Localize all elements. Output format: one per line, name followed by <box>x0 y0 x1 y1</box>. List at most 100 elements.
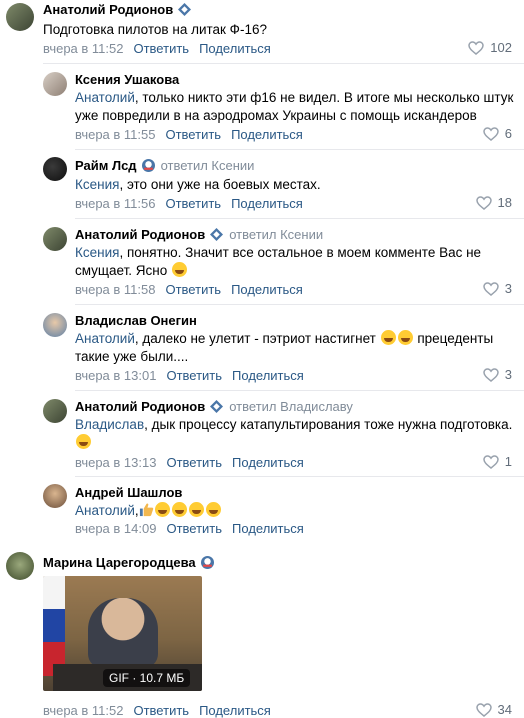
like-count: 1 <box>504 454 512 469</box>
timestamp: вчера в 11:52 <box>43 41 124 56</box>
share-button[interactable]: Поделиться <box>231 282 303 297</box>
timestamp: вчера в 13:13 <box>75 455 157 470</box>
timestamp: вчера в 13:01 <box>75 368 157 383</box>
like-count: 3 <box>504 281 512 296</box>
thumbs-up-emoji-icon <box>139 503 153 517</box>
comment-text: Подготовка пилотов на литак Ф-16? <box>43 22 267 37</box>
grin-emoji-icon <box>76 434 91 449</box>
avatar[interactable] <box>43 399 67 423</box>
comment-meta: вчера в 14:09 Ответить Поделиться <box>75 521 304 536</box>
avatar[interactable] <box>6 552 34 580</box>
comment-meta: вчера в 11:52 Ответить Поделиться <box>43 41 271 56</box>
rofl-emoji-icon <box>154 502 170 517</box>
reply-button[interactable]: Ответить <box>165 282 221 297</box>
divider <box>75 149 524 150</box>
mention-link[interactable]: Владислав <box>75 417 144 432</box>
heart-icon <box>483 126 499 141</box>
esports-badge-icon <box>141 159 155 172</box>
like-count: 102 <box>490 40 512 55</box>
share-button[interactable]: Поделиться <box>231 196 303 211</box>
mention-link[interactable]: Ксения <box>75 245 119 260</box>
share-button[interactable]: Поделиться <box>199 41 271 56</box>
heart-icon <box>483 281 499 296</box>
avatar[interactable] <box>43 313 67 337</box>
comment-text: Владислав, дык процессу катапультировани… <box>75 416 515 452</box>
avatar[interactable] <box>43 157 67 181</box>
gif-size-badge: GIF · 10.7 МБ <box>103 669 191 687</box>
comment-meta: вчера в 13:01 Ответить Поделиться <box>75 368 304 383</box>
rofl-emoji-icon <box>171 502 187 517</box>
share-button[interactable]: Поделиться <box>199 703 271 718</box>
author-name[interactable]: Ксения Ушакова <box>75 72 179 87</box>
laugh-emoji-icon <box>380 330 396 345</box>
author-name[interactable]: Анатолий Родионов <box>75 399 205 414</box>
timestamp: вчера в 11:56 <box>75 196 156 211</box>
comment-meta: вчера в 11:58 Ответить Поделиться <box>75 282 303 297</box>
timestamp: вчера в 11:55 <box>75 127 156 142</box>
comment-text: Анатолий, далеко не улетит - пэтриот нас… <box>75 330 494 364</box>
avatar[interactable] <box>6 3 34 31</box>
avatar[interactable] <box>43 227 67 251</box>
share-button[interactable]: Поделиться <box>232 455 304 470</box>
comment-meta: вчера в 13:13 Ответить Поделиться <box>75 455 304 470</box>
like-button[interactable]: 102 <box>468 40 512 55</box>
author-name[interactable]: Андрей Шашлов <box>75 485 182 500</box>
mention-link[interactable]: Анатолий <box>75 331 135 346</box>
divider <box>43 63 524 64</box>
like-button[interactable]: 3 <box>483 281 512 296</box>
rofl-emoji-icon <box>205 502 221 517</box>
author-name[interactable]: Анатолий Родионов <box>75 227 205 242</box>
divider <box>75 390 524 391</box>
reply-button[interactable]: Ответить <box>166 368 222 383</box>
comment-text: Ксения, понятно. Значит все остальное в … <box>75 245 482 278</box>
reply-button[interactable]: Ответить <box>133 703 189 718</box>
person-silhouette <box>88 598 158 668</box>
share-button[interactable]: Поделиться <box>231 127 303 142</box>
reply-button[interactable]: Ответить <box>165 127 221 142</box>
like-button[interactable]: 6 <box>483 126 512 141</box>
author-name[interactable]: Райм Лсд <box>75 158 137 173</box>
reply-button[interactable]: Ответить <box>166 455 222 470</box>
author-name[interactable]: Анатолий Родионов <box>43 2 173 17</box>
heart-icon <box>483 367 499 382</box>
author-name[interactable]: Владислав Онегин <box>75 313 197 328</box>
heart-icon <box>475 195 492 210</box>
avatar[interactable] <box>43 72 67 96</box>
replied-to: ответил Владиславу <box>229 399 353 414</box>
comment-meta: вчера в 11:55 Ответить Поделиться <box>75 127 303 142</box>
avatar[interactable] <box>43 484 67 508</box>
heart-icon <box>475 702 492 717</box>
like-count: 3 <box>504 367 512 382</box>
comment-meta: вчера в 11:52 Ответить Поделиться <box>43 703 271 718</box>
share-button[interactable]: Поделиться <box>232 521 304 536</box>
esports-badge-icon <box>200 556 214 569</box>
comment-text: Ксения, это они уже на боевых местах. <box>75 177 321 192</box>
like-button[interactable]: 3 <box>483 367 512 382</box>
like-button[interactable]: 18 <box>475 195 512 210</box>
timestamp: вчера в 11:52 <box>43 703 124 718</box>
author-name[interactable]: Марина Царегородцева <box>43 555 196 570</box>
mention-link[interactable]: Ксения <box>75 177 119 192</box>
reply-button[interactable]: Ответить <box>166 521 222 536</box>
comment-meta: вчера в 11:56 Ответить Поделиться <box>75 196 303 211</box>
gif-attachment[interactable]: GIF · 10.7 МБ <box>43 576 202 691</box>
replied-to: ответил Ксении <box>229 227 324 242</box>
reply-button[interactable]: Ответить <box>133 41 189 56</box>
rofl-emoji-icon <box>188 502 204 517</box>
like-count: 6 <box>504 126 512 141</box>
mention-link[interactable]: Анатолий <box>75 90 135 105</box>
verified-badge-icon <box>210 400 224 413</box>
heart-icon <box>468 40 485 55</box>
mention-link[interactable]: Анатолий <box>75 503 135 518</box>
verified-badge-icon <box>178 3 192 16</box>
timestamp: вчера в 14:09 <box>75 521 157 536</box>
heart-icon <box>483 454 499 469</box>
reply-button[interactable]: Ответить <box>165 196 221 211</box>
verified-badge-icon <box>210 228 224 241</box>
divider <box>75 218 524 219</box>
comment-text: Анатолий, только никто эти ф16 не видел.… <box>75 90 514 123</box>
divider <box>75 476 524 477</box>
flag-image <box>43 576 65 676</box>
like-button[interactable]: 1 <box>483 454 512 469</box>
share-button[interactable]: Поделиться <box>232 368 304 383</box>
